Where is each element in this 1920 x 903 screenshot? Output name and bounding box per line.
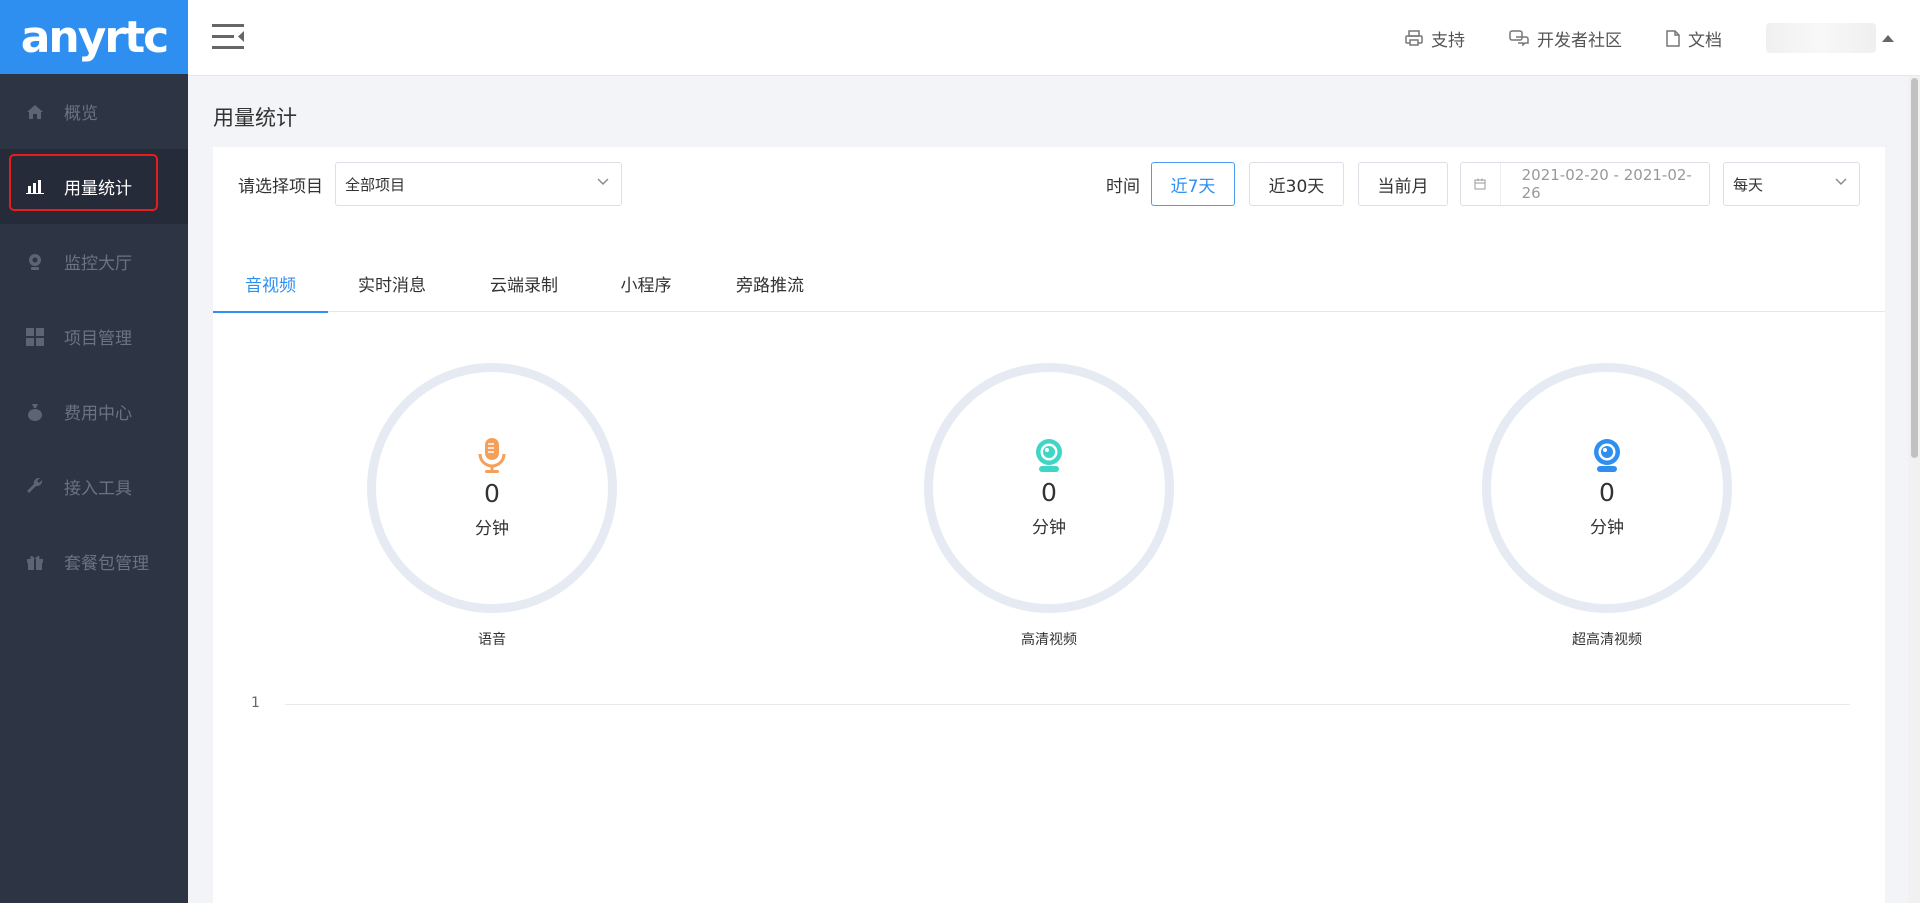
top-header: 支持 开发者社区 文档 — [188, 0, 1920, 76]
granularity-select[interactable]: 每天 — [1723, 162, 1860, 206]
stat-label: 语音 — [478, 632, 506, 648]
chart-y-tick: 1 — [251, 695, 260, 711]
highlight-box — [9, 154, 158, 211]
wrench-icon — [26, 477, 44, 496]
granularity-value: 每天 — [1733, 175, 1764, 194]
stat-value: 0 — [1599, 478, 1615, 507]
last-7-days-button[interactable]: 近7天 — [1151, 162, 1235, 206]
support-link[interactable]: 支持 — [1405, 26, 1465, 51]
stat-voice: 0 分钟 语音 — [367, 363, 617, 649]
button-label: 当前月 — [1377, 176, 1429, 197]
page-title: 用量统计 — [213, 106, 297, 130]
time-filter: 时间 近7天 近30天 当前月 2021-02-20 - 2021-02-26 … — [1106, 162, 1860, 206]
tab-realtime-message[interactable]: 实时消息 — [328, 255, 456, 312]
webcam-icon — [1036, 439, 1062, 472]
webcam-icon — [26, 253, 44, 271]
tab-label: 小程序 — [620, 276, 672, 296]
menu-collapse-icon[interactable] — [212, 22, 246, 56]
gift-icon — [26, 553, 44, 571]
date-range-picker[interactable]: 2021-02-20 - 2021-02-26 — [1460, 162, 1710, 206]
time-label: 时间 — [1106, 176, 1140, 197]
project-select[interactable]: 全部项目 — [335, 162, 622, 206]
chat-icon — [1509, 30, 1529, 46]
chevron-down-icon — [597, 178, 609, 185]
project-select-value: 全部项目 — [345, 175, 406, 194]
tab-label: 云端录制 — [490, 276, 558, 296]
sidebar-item-label: 费用中心 — [64, 404, 132, 424]
project-filter: 请选择项目 全部项目 — [238, 162, 622, 206]
stat-ring: 0 分钟 — [924, 363, 1174, 613]
sidebar-item-tools[interactable]: 接入工具 — [0, 449, 188, 524]
page-scrollbar[interactable] — [1908, 76, 1920, 903]
sidebar-item-billing[interactable]: 费用中心 — [0, 374, 188, 449]
stat-unit: 分钟 — [475, 519, 509, 539]
sidebar-item-projects[interactable]: 项目管理 — [0, 299, 188, 374]
user-avatar[interactable] — [1766, 23, 1876, 53]
sidebar-item-label: 接入工具 — [64, 479, 132, 499]
button-label: 近30天 — [1268, 176, 1325, 197]
microphone-icon — [478, 438, 506, 473]
current-month-button[interactable]: 当前月 — [1358, 162, 1448, 206]
tab-cloud-recording[interactable]: 云端录制 — [456, 255, 592, 312]
stat-value: 0 — [484, 479, 500, 508]
support-label: 支持 — [1431, 30, 1465, 51]
docs-link[interactable]: 文档 — [1666, 26, 1722, 51]
tab-audio-video[interactable]: 音视频 — [213, 255, 328, 313]
tab-bypass-streaming[interactable]: 旁路推流 — [700, 255, 840, 312]
stat-ring: 0 分钟 — [1482, 363, 1732, 613]
sidebar-item-label: 概览 — [64, 104, 98, 124]
printer-icon — [1405, 30, 1423, 46]
chevron-down-icon — [1835, 178, 1847, 185]
caret-up-icon[interactable] — [1882, 34, 1894, 42]
button-label: 近7天 — [1170, 176, 1216, 197]
usage-tabs: 音视频 实时消息 云端录制 小程序 旁路推流 — [213, 255, 1885, 313]
calendar-icon — [1461, 163, 1501, 205]
project-label: 请选择项目 — [238, 176, 323, 197]
money-bag-icon — [26, 403, 44, 421]
logo-text: anyrtc — [20, 11, 170, 63]
docs-label: 文档 — [1688, 30, 1722, 51]
sidebar-item-overview[interactable]: 概览 — [0, 74, 188, 149]
brand-logo[interactable]: anyrtc — [0, 0, 188, 74]
chart-gridline — [285, 704, 1850, 705]
usage-panel: 请选择项目 全部项目 时间 近7天 近30天 当前月 2021-02-20 - … — [213, 147, 1885, 903]
home-icon — [26, 103, 44, 121]
stat-unit: 分钟 — [1032, 518, 1066, 538]
stat-unit: 分钟 — [1590, 518, 1624, 538]
header-links: 支持 开发者社区 文档 — [1405, 0, 1920, 76]
sidebar-item-packages[interactable]: 套餐包管理 — [0, 524, 188, 599]
webcam-icon — [1594, 439, 1620, 472]
stat-value: 0 — [1041, 478, 1057, 507]
tab-label: 实时消息 — [358, 276, 426, 296]
tab-label: 音视频 — [245, 276, 296, 296]
sidebar: anyrtc 概览 用量统计 监控大厅 项目管理 费用中心 接入工具 套餐包管理 — [0, 0, 188, 903]
sidebar-item-monitor[interactable]: 监控大厅 — [0, 224, 188, 299]
scrollbar-thumb[interactable] — [1911, 78, 1918, 458]
stat-label: 高清视频 — [1021, 632, 1077, 648]
last-30-days-button[interactable]: 近30天 — [1249, 162, 1344, 206]
grid-icon — [26, 327, 44, 346]
stat-hd-video: 0 分钟 高清视频 — [924, 363, 1174, 649]
community-link[interactable]: 开发者社区 — [1509, 26, 1622, 51]
document-icon — [1666, 29, 1680, 47]
stat-uhd-video: 0 分钟 超高清视频 — [1482, 363, 1732, 649]
sidebar-item-label: 项目管理 — [64, 329, 132, 349]
stat-label: 超高清视频 — [1572, 632, 1642, 648]
stat-ring: 0 分钟 — [367, 363, 617, 613]
sidebar-item-label: 套餐包管理 — [64, 554, 149, 574]
sidebar-item-label: 监控大厅 — [64, 254, 132, 274]
tab-label: 旁路推流 — [736, 276, 804, 296]
date-range-value: 2021-02-20 - 2021-02-26 — [1521, 166, 1692, 202]
tab-mini-program[interactable]: 小程序 — [592, 255, 700, 312]
community-label: 开发者社区 — [1537, 30, 1622, 51]
